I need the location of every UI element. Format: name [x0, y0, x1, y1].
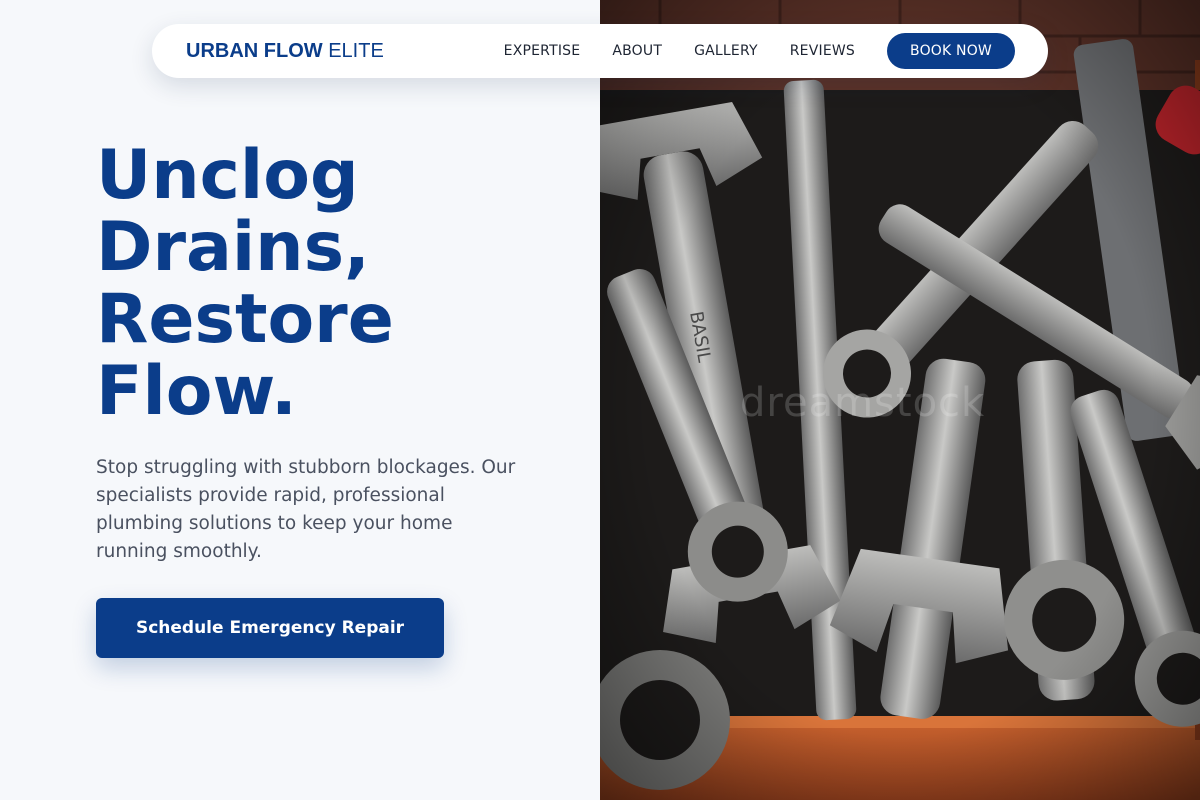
hero-title-line: Restore — [96, 280, 394, 359]
brand-name-bold: URBAN FLOW — [186, 39, 323, 62]
hero-title-line: Flow. — [96, 352, 297, 431]
hero-title-line: Unclog — [96, 136, 359, 215]
nav-link-gallery[interactable]: GALLERY — [694, 43, 758, 59]
schedule-emergency-repair-button[interactable]: Schedule Emergency Repair — [96, 598, 444, 658]
hero-image: BASIL — [600, 0, 1200, 800]
nav-link-reviews[interactable]: REVIEWS — [790, 43, 855, 59]
landing-page: BASIL — [0, 0, 1200, 800]
brand-name-light: ELITE — [328, 39, 384, 62]
book-now-button[interactable]: BOOK NOW — [887, 33, 1015, 69]
nav-link-expertise[interactable]: EXPERTISE — [504, 43, 581, 59]
hero-subtitle: Stop struggling with stubborn blockages.… — [96, 457, 516, 562]
navbar: URBAN FLOW ELITE EXPERTISE ABOUT GALLERY… — [152, 24, 1048, 78]
brand-logo[interactable]: URBAN FLOW ELITE — [186, 40, 384, 63]
nav-links: EXPERTISE ABOUT GALLERY REVIEWS — [504, 43, 855, 59]
wrench-tray-photo: BASIL — [600, 0, 1200, 800]
hero-title-line: Drains, — [96, 208, 370, 287]
hero-title: Unclog Drains, Restore Flow. — [96, 140, 556, 428]
nav-link-about[interactable]: ABOUT — [612, 43, 662, 59]
